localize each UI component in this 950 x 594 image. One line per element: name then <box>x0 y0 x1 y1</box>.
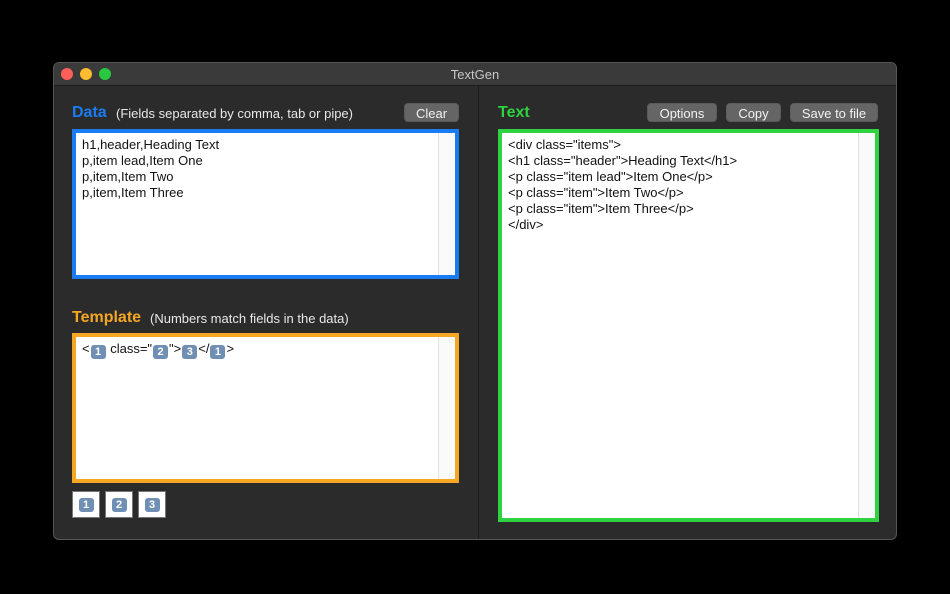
text-output[interactable]: <div class="items"> <h1 class="header">He… <box>498 129 879 522</box>
save-to-file-button[interactable]: Save to file <box>790 103 878 122</box>
output-line: </div> <box>508 217 544 232</box>
keycap-2-icon: 2 <box>111 497 127 512</box>
output-line: <p class="item lead">Item One</p> <box>508 169 713 184</box>
keycap-1-icon: 1 <box>78 497 94 512</box>
panel-divider <box>478 85 479 539</box>
template-subtitle: (Numbers match fields in the data) <box>150 311 349 326</box>
title-bar: TextGen <box>54 63 896 86</box>
text-scrollbar[interactable] <box>858 133 875 518</box>
data-line: p,item lead,Item One <box>82 153 203 168</box>
app-window: TextGen Data (Fields separated by comma,… <box>53 62 897 540</box>
template-title: Template <box>72 309 142 326</box>
output-text[interactable]: <div class="items"> <h1 class="header">He… <box>508 137 855 233</box>
template-literal: "> <box>169 341 182 356</box>
template-input[interactable]: <1 class=" 2 "> 3 </1 > <box>72 333 459 483</box>
data-scrollbar[interactable] <box>438 133 455 275</box>
data-title: Data <box>72 104 107 121</box>
template-line: <1 class=" 2 "> 3 </1 > <box>82 341 435 359</box>
copy-button[interactable]: Copy <box>726 103 781 122</box>
data-line: p,item,Item Three <box>82 185 184 200</box>
output-line: <p class="item">Item Three</p> <box>508 201 694 216</box>
template-literal: < <box>82 341 90 356</box>
data-subtitle: (Fields separated by comma, tab or pipe) <box>116 106 353 121</box>
template-scrollbar[interactable] <box>438 337 455 479</box>
template-literal: > <box>226 341 235 356</box>
template-text[interactable]: <1 class=" 2 "> 3 </1 > <box>82 341 435 359</box>
template-literal: class=" <box>106 341 153 356</box>
data-input[interactable]: h1,header,Heading Text p,item lead,Item O… <box>72 129 459 279</box>
window-title: TextGen <box>450 67 500 82</box>
data-line: p,item,Item Two <box>82 169 174 184</box>
keycap-3-icon: 3 <box>144 497 160 512</box>
text-title: Text <box>498 104 530 121</box>
keycap-2-icon: 2 <box>153 345 169 359</box>
insert-field-3-button[interactable]: 3 <box>138 491 166 518</box>
data-text[interactable]: h1,header,Heading Text p,item lead,Item O… <box>82 137 435 201</box>
template-literal: </ <box>198 341 210 356</box>
output-line: <p class="item">Item Two</p> <box>508 185 684 200</box>
output-line: <div class="items"> <box>508 137 621 152</box>
keycap-3-icon: 3 <box>182 345 198 359</box>
keycap-1-icon: 1 <box>210 345 226 359</box>
output-line: <h1 class="header">Heading Text</h1> <box>508 153 738 168</box>
clear-button[interactable]: Clear <box>404 103 459 122</box>
keycap-1-icon: 1 <box>90 345 106 359</box>
insert-field-2-button[interactable]: 2 <box>105 491 133 518</box>
insert-field-1-button[interactable]: 1 <box>72 491 100 518</box>
data-line: h1,header,Heading Text <box>82 137 220 152</box>
options-button[interactable]: Options <box>647 103 717 122</box>
